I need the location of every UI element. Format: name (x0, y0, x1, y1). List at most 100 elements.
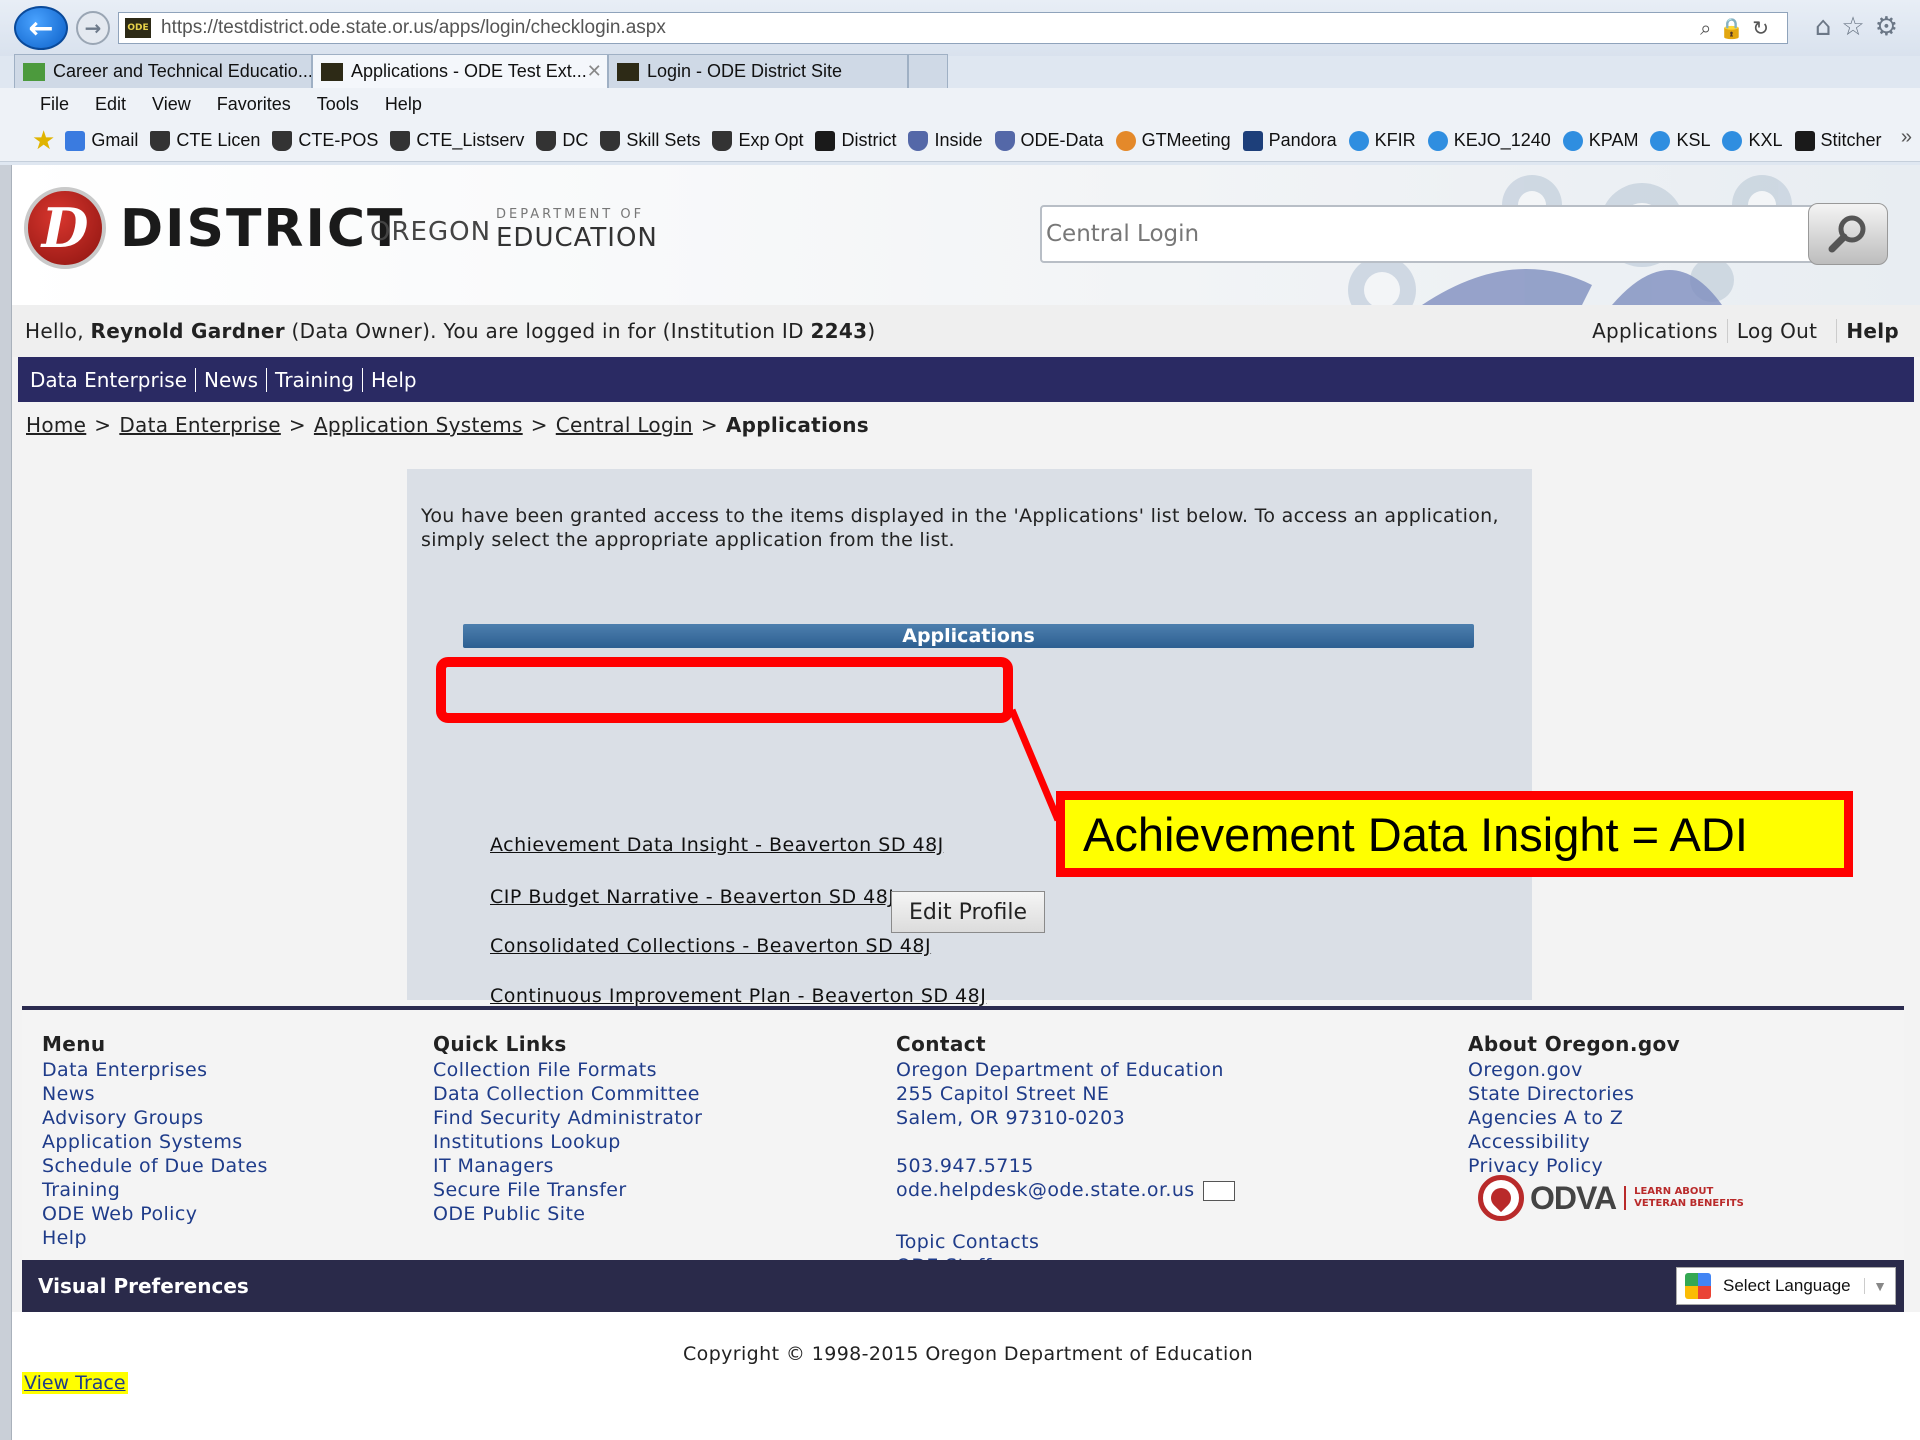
breadcrumb-central-login[interactable]: Central Login (556, 413, 693, 437)
logo-oregon-text: OREGON (370, 217, 492, 247)
favorite-stitcher[interactable]: Stitcher (1794, 130, 1882, 151)
forward-button[interactable]: → (76, 11, 110, 45)
footer-link[interactable]: Data Enterprises (42, 1058, 268, 1082)
chevron-more-icon[interactable]: » (1901, 126, 1912, 149)
footer-link[interactable]: Institutions Lookup (433, 1130, 702, 1154)
footer-link[interactable]: Oregon.gov (1468, 1058, 1680, 1082)
footer-link[interactable]: News (42, 1082, 268, 1106)
footer-link[interactable]: Collection File Formats (433, 1058, 702, 1082)
tab-row: Career and Technical Educatio... Applica… (0, 52, 1920, 88)
close-tab-icon[interactable]: ✕ (587, 61, 602, 82)
view-trace-link[interactable]: View Trace (22, 1372, 128, 1394)
top-links: Applications Log Out Help (1583, 305, 1908, 357)
logout-link[interactable]: Log Out (1726, 319, 1826, 343)
footer-link[interactable]: Secure File Transfer (433, 1178, 702, 1202)
favorite-dc[interactable]: DC (536, 130, 588, 151)
settings-gear-icon[interactable]: ⚙ (1875, 12, 1908, 42)
menu-help[interactable]: Help (385, 94, 422, 115)
address-bar[interactable]: ODE https://testdistrict.ode.state.or.us… (118, 12, 1788, 44)
breadcrumb-data-enterprise[interactable]: Data Enterprise (119, 413, 281, 437)
favorite-kejo[interactable]: KEJO_1240 (1427, 130, 1551, 151)
lock-icon[interactable]: 🔒 (1719, 16, 1752, 40)
favorite-cte-listserv[interactable]: CTE_Listserv (390, 130, 524, 151)
favorite-district[interactable]: District (815, 130, 896, 151)
favorite-kxl[interactable]: KXL (1722, 130, 1783, 151)
ie-icon (1427, 130, 1448, 151)
favorite-kpam[interactable]: KPAM (1562, 130, 1638, 151)
contact-org[interactable]: Oregon Department of Education (896, 1058, 1235, 1082)
footer-link[interactable]: Accessibility (1468, 1130, 1680, 1154)
favorite-inside[interactable]: Inside (908, 130, 983, 151)
select-language-dropdown[interactable]: Select Language ▼ (1676, 1267, 1896, 1305)
menu-file[interactable]: File (40, 94, 69, 115)
odva-banner[interactable]: ODVA LEARN ABOUT VETERAN BENEFITS (1478, 1175, 1754, 1221)
contact-topic-contacts[interactable]: Topic Contacts (896, 1230, 1235, 1254)
logo-district-text[interactable]: DISTRICT (120, 199, 404, 259)
favorite-ode-data[interactable]: ODE-Data (994, 130, 1104, 151)
new-tab-button[interactable] (908, 54, 948, 88)
favorite-exp-opt[interactable]: Exp Opt (712, 130, 803, 151)
favorite-cte-pos[interactable]: CTE-POS (272, 130, 378, 151)
footer-link[interactable]: Training (42, 1178, 268, 1202)
footer-link[interactable]: ODE Web Policy (42, 1202, 268, 1226)
favorite-cte-licen[interactable]: CTE Licen (150, 130, 260, 151)
footer-link[interactable]: Advisory Groups (42, 1106, 268, 1130)
contact-email[interactable]: ode.helpdesk@ode.state.or.us (896, 1179, 1195, 1201)
footer-link[interactable]: Data Collection Committee (433, 1082, 702, 1106)
menu-tools[interactable]: Tools (317, 94, 359, 115)
app-link-consolidated-collections[interactable]: Consolidated Collections - Beaverton SD … (490, 935, 931, 957)
url-text[interactable]: https://testdistrict.ode.state.or.us/app… (161, 17, 666, 39)
app-link-cip-budget-narrative[interactable]: CIP Budget Narrative - Beaverton SD 48J (490, 886, 894, 908)
email-icon[interactable] (1202, 1180, 1235, 1201)
footer-link[interactable]: Application Systems (42, 1130, 268, 1154)
page-bottom: Copyright © 1998-2015 Oregon Department … (12, 1312, 1920, 1440)
contact-phone[interactable]: 503.947.5715 (896, 1154, 1235, 1178)
add-favorite-star-icon[interactable]: ★ (32, 125, 55, 156)
address-bar-icons[interactable]: ⌕🔒↻ (1700, 16, 1777, 40)
favorite-ksl[interactable]: KSL (1650, 130, 1710, 151)
district-logo-icon[interactable]: D (24, 187, 106, 269)
footer-link[interactable]: Help (42, 1226, 268, 1250)
footer-link[interactable]: ODE Public Site (433, 1202, 702, 1226)
visual-preferences-label[interactable]: Visual Preferences (38, 1274, 249, 1298)
help-link[interactable]: Help (1836, 319, 1908, 343)
menu-favorites[interactable]: Favorites (217, 94, 291, 115)
google-translate-icon (1685, 1273, 1711, 1299)
refresh-icon[interactable]: ↻ (1752, 16, 1777, 40)
contact-street[interactable]: 255 Capitol Street NE (896, 1082, 1235, 1106)
favorites-star-icon[interactable]: ☆ (1841, 12, 1874, 42)
breadcrumb-home[interactable]: Home (26, 413, 86, 437)
footer-link[interactable]: Agencies A to Z (1468, 1106, 1680, 1130)
app-link-continuous-improvement-plan[interactable]: Continuous Improvement Plan - Beaverton … (490, 985, 986, 1007)
nav-training[interactable]: Training (266, 367, 362, 392)
footer-link[interactable]: IT Managers (433, 1154, 702, 1178)
favorite-gtmeeting[interactable]: GTMeeting (1115, 130, 1231, 151)
footer-link[interactable]: Schedule of Due Dates (42, 1154, 268, 1178)
favorite-pandora[interactable]: Pandora (1242, 130, 1337, 151)
footer-link[interactable]: State Directories (1468, 1082, 1680, 1106)
edit-profile-button[interactable]: Edit Profile (891, 891, 1045, 933)
contact-city[interactable]: Salem, OR 97310-0203 (896, 1106, 1235, 1130)
tab-career-technical[interactable]: Career and Technical Educatio... (14, 54, 312, 88)
nav-help[interactable]: Help (361, 367, 425, 392)
search-button[interactable] (1808, 203, 1888, 265)
browser-chrome: ← → ODE https://testdistrict.ode.state.o… (0, 0, 1920, 165)
footer-link[interactable]: Find Security Administrator (433, 1106, 702, 1130)
nav-data-enterprise[interactable]: Data Enterprise (26, 368, 195, 392)
menu-edit[interactable]: Edit (95, 94, 126, 115)
home-icon[interactable]: ⌂ (1815, 12, 1842, 42)
back-button[interactable]: ← (14, 6, 68, 50)
favorite-skill-sets[interactable]: Skill Sets (600, 130, 700, 151)
app-link-achievement-data-insight[interactable]: Achievement Data Insight - Beaverton SD … (490, 834, 944, 856)
search-icon[interactable]: ⌕ (1700, 16, 1719, 40)
favorite-kfir[interactable]: KFIR (1348, 130, 1416, 151)
favorite-gmail[interactable]: Gmail (65, 130, 138, 151)
tab-login[interactable]: Login - ODE District Site (608, 54, 908, 88)
tab-applications[interactable]: Applications - ODE Test Ext... ✕ (312, 54, 608, 88)
menu-view[interactable]: View (152, 94, 191, 115)
applications-link[interactable]: Applications (1583, 319, 1727, 343)
central-login-search-input[interactable]: Central Login (1040, 205, 1820, 263)
breadcrumb-application-systems[interactable]: Application Systems (314, 413, 523, 437)
nav-news[interactable]: News (195, 367, 266, 392)
site-favicon-icon: ODE (125, 18, 151, 38)
